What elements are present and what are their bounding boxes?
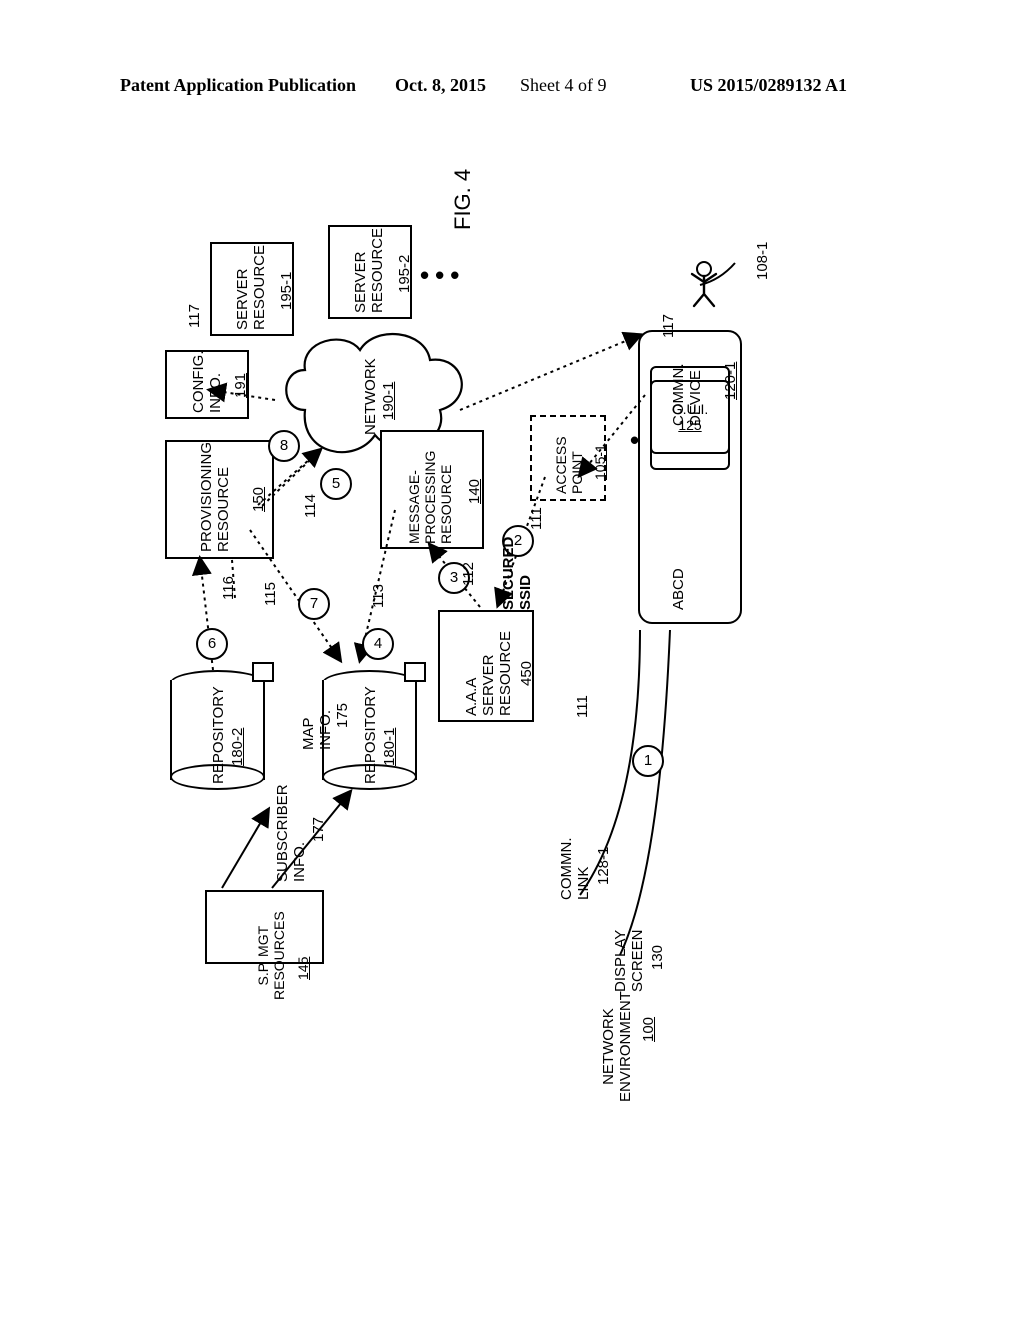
config-num: 191 [232,373,249,398]
header-sheet: Sheet 4 of 9 [520,75,606,96]
seg-113: 113 [370,584,387,608]
sp-mgt-num: 145 [295,957,311,980]
commn-link-num: 128-1 [595,847,612,885]
seg-114: 114 [302,494,319,518]
step-8: 8 [268,430,300,462]
step-7: 7 [298,588,330,620]
repo1-label: REPOSITORY [362,686,379,784]
display-screen-label: DISPLAY SCREEN [612,929,646,992]
network-label: NETWORK [362,358,379,435]
subscriber-info-num: 177 [310,817,327,842]
prov-num: 150 [250,487,267,512]
seg-117a: 117 [186,304,203,328]
figure-caption: FIG. 4 [450,169,476,230]
repo2-label: REPOSITORY [210,686,227,784]
abcd-label: ABCD [670,568,687,610]
sp-mgt-label: S.P. MGT RESOURCES [255,911,287,1000]
network-env-label: NETWORK ENVIRONMENT [600,991,634,1102]
srv2-num: 195-2 [396,255,413,293]
network-num: 190-1 [380,382,397,420]
seg-111b: 111 [528,507,545,530]
header-date: Oct. 8, 2015 [395,75,486,96]
display-screen-num: 130 [649,945,666,970]
network-env-num: 100 [640,1017,657,1042]
step-1: 1 [632,745,664,777]
header-left: Patent Application Publication [120,75,356,96]
step-4: 4 [362,628,394,660]
msgproc-num: 140 [466,479,483,504]
srv2-label: SERVER RESOURCE [352,228,386,313]
seg-117b: 117 [660,314,677,338]
repo2-num: 180-2 [229,728,246,766]
srv1-num: 195-1 [278,272,295,310]
page-header: Patent Application Publication Oct. 8, 2… [0,75,1024,105]
figure-stage: S.P. MGT RESOURCES 145 REPOSITORY 180-2 … [0,130,1024,1320]
aaa-label: A.A.A SERVER RESOURCE [463,631,514,716]
seg-111a: 111 [574,695,591,718]
map-info-num: 175 [334,703,351,728]
ap-num: 105-1 [592,444,608,480]
repo1-num: 180-1 [381,728,398,766]
srv1-label: SERVER RESOURCE [234,245,268,330]
subscriber-info-label: SUBSCRIBER INFO. [274,784,308,882]
seg-116: 116 [220,576,237,600]
map-info-label: MAP INFO. [300,710,334,750]
ap-label: ACCESS POINT [553,436,585,494]
msgproc-label: MESSAGE- PROCESSING RESOURCE [406,451,454,544]
aaa-num: 450 [518,661,535,686]
commn-device-label: COMMN. DEVICE [670,364,704,427]
user-num: 108-1 [754,242,771,280]
seg-112: 112 [460,562,477,586]
server-ellipsis: ••• [420,260,465,291]
commn-device-num: 120-1 [722,362,739,400]
commn-link-label: COMMN. LINK [558,838,592,901]
sp-mgt-resources-box: S.P. MGT RESOURCES 145 [205,890,324,964]
prov-label: PROVISIONING RESOURCE [198,442,232,552]
secured-ssid-label: SECURED SSID [500,537,534,610]
seg-115: 115 [262,582,279,606]
config-label: CONFIG. INFO. [190,351,224,414]
user-icon [688,260,720,313]
step-5: 5 [320,468,352,500]
step-6: 6 [196,628,228,660]
header-pub: US 2015/0289132 A1 [690,75,847,96]
